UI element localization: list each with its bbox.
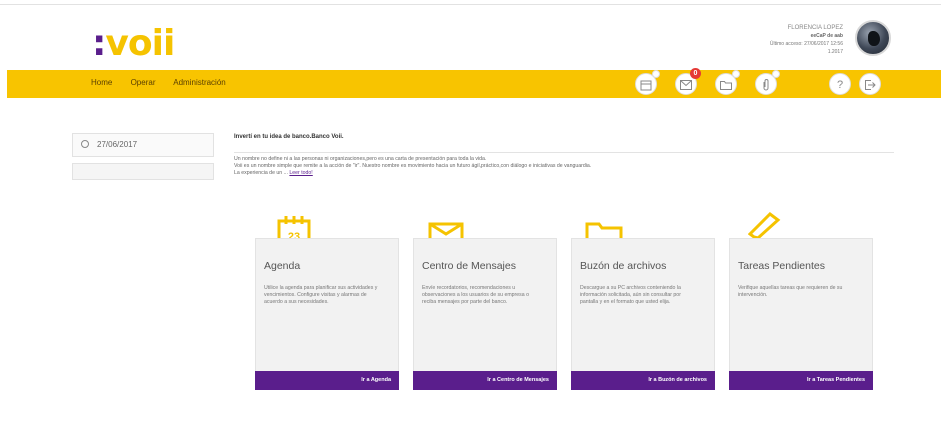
user-id: 1.2017	[827, 49, 843, 55]
go-agenda-button[interactable]: Ir a Agenda	[255, 371, 399, 390]
main-navbar: Home Operar Administración 0 ?	[7, 68, 941, 98]
last-access: Último acceso: 27/06/2017 12:56	[769, 41, 843, 47]
avatar[interactable]	[855, 20, 891, 56]
go-files-button[interactable]: Ir a Buzón de archivos	[571, 371, 715, 390]
card-description: Descargue a su PC archivos conteniendo l…	[580, 285, 681, 305]
agenda-card: Agenda Utilice la agenda para planificar…	[255, 238, 399, 390]
archive-folder-icon	[585, 222, 623, 240]
paperclip-icon[interactable]	[755, 70, 780, 95]
logout-icon[interactable]	[859, 73, 881, 95]
intro-body: Un nombre no define ni a las personas ni…	[234, 156, 592, 176]
folder-icon[interactable]	[715, 70, 740, 95]
tasks-card: Tareas Pendientes Verifique aquellas tar…	[729, 238, 873, 390]
current-date: 27/06/2017	[97, 140, 138, 149]
card-description: Utilice la agenda para planificar sus ac…	[264, 285, 378, 305]
tasks-pencil-icon	[748, 212, 781, 238]
card-description: Envíe recordatorios, recomendaciones u o…	[422, 285, 529, 305]
user-info: FLORENCIA LOPEZ eeCaP de aab Último acce…	[683, 24, 843, 56]
user-company: eeCaP de aab	[810, 33, 843, 39]
files-card: Buzón de archivos Descargue a su PC arch…	[571, 238, 715, 390]
intro-title: Invertí en tu idea de banco.Banco Voii.	[234, 134, 894, 153]
notification-badge: 0	[690, 68, 701, 79]
date-widget: 27/06/2017	[72, 133, 214, 157]
go-tasks-button[interactable]: Ir a Tareas Pendientes	[729, 371, 873, 390]
nav-home[interactable]: Home	[91, 78, 112, 87]
nav-operar[interactable]: Operar	[131, 78, 156, 87]
mail-icon[interactable]: 0	[675, 68, 701, 95]
clock-icon	[81, 140, 89, 148]
top-divider	[0, 4, 941, 5]
nav-administracion[interactable]: Administración	[173, 78, 225, 87]
read-more-link[interactable]: Leer todo!	[289, 170, 312, 176]
go-messages-button[interactable]: Ir a Centro de Mensajes	[413, 371, 557, 390]
card-title: Agenda	[264, 260, 301, 272]
card-title: Buzón de archivos	[580, 260, 667, 272]
card-description: Verifique aquellas tareas que requieren …	[738, 285, 843, 298]
help-icon[interactable]: ?	[829, 73, 851, 95]
card-title: Tareas Pendientes	[738, 260, 825, 272]
voii-logo[interactable]: :voii	[92, 24, 175, 64]
messages-card: Centro de Mensajes Envíe recordatorios, …	[413, 238, 557, 390]
card-title: Centro de Mensajes	[422, 260, 516, 272]
sidebar-empty-field[interactable]	[72, 163, 214, 180]
intro-section: Invertí en tu idea de banco.Banco Voii. …	[234, 134, 894, 177]
user-name: FLORENCIA LOPEZ	[787, 25, 843, 31]
calendar-icon[interactable]	[635, 70, 660, 95]
